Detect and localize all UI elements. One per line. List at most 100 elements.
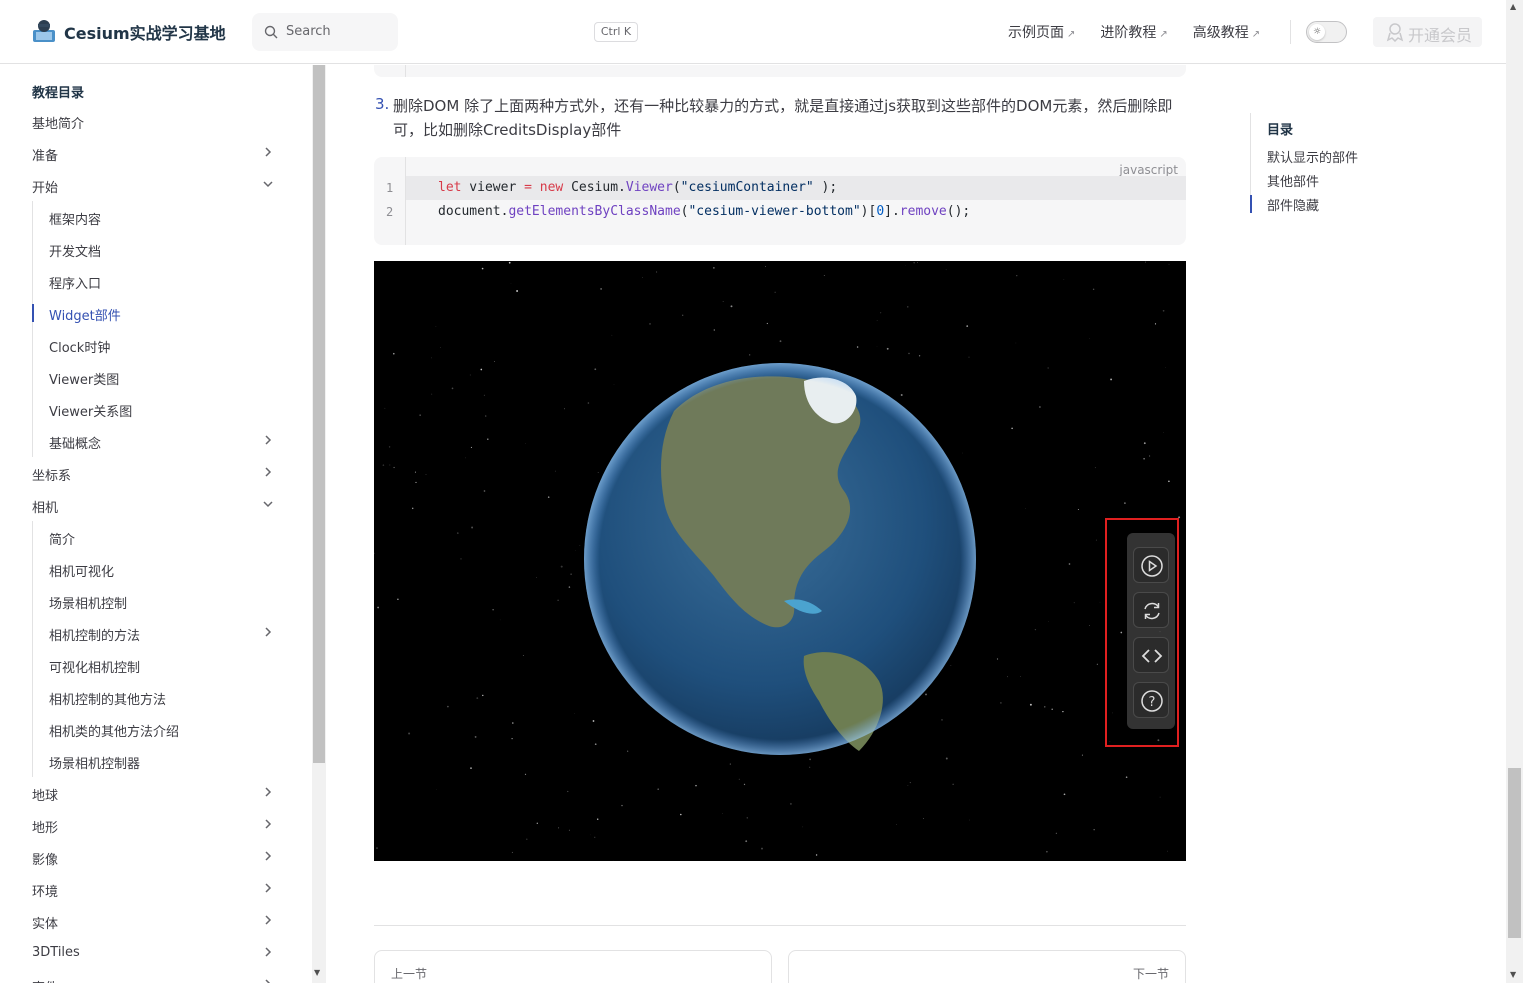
star <box>1124 502 1126 504</box>
chevron-down-icon[interactable] <box>262 498 274 510</box>
star <box>722 813 724 814</box>
sidebar-item[interactable]: 相机可视化 <box>32 553 282 585</box>
next-page-link[interactable]: 下一节 <box>788 950 1186 983</box>
sidebar-item-label: 基础概念 <box>49 437 102 452</box>
scroll-down-arrow-icon[interactable]: ▼ <box>314 968 320 977</box>
nav-link-expert[interactable]: 高级教程 ↗ <box>1193 22 1260 42</box>
star <box>494 360 496 362</box>
star <box>456 532 459 534</box>
star <box>470 767 472 769</box>
star <box>738 778 740 780</box>
sidebar-item-label: Clock时钟 <box>49 341 111 356</box>
sidebar-item[interactable]: 场景相机控制器 <box>32 745 282 777</box>
vip-button[interactable]: 开通会员 <box>1373 17 1482 47</box>
sidebar-scrollbar-thumb[interactable] <box>313 65 325 763</box>
search-button[interactable]: Search Ctrl K <box>252 13 638 51</box>
sidebar-item-label: 框架内容 <box>49 213 102 228</box>
sidebar-item-label: 影像 <box>32 853 59 868</box>
sidebar-item[interactable]: 简介 <box>32 521 282 553</box>
search-shortcut-badge: Ctrl K <box>594 22 638 42</box>
chevron-right-icon[interactable] <box>262 882 274 894</box>
sidebar-item[interactable]: 3DTiles <box>32 937 282 969</box>
star <box>746 817 749 819</box>
star <box>1044 706 1046 708</box>
outline-item[interactable]: 其他部件 <box>1267 171 1319 190</box>
star <box>968 356 970 358</box>
globe-atmosphere <box>584 363 976 755</box>
sidebar-item[interactable]: 基地简介 <box>32 105 282 137</box>
sidebar-item[interactable]: 开发文档 <box>32 233 282 265</box>
sidebar-item[interactable]: 相机类的其他方法介绍 <box>32 713 282 745</box>
star <box>621 804 623 807</box>
chevron-right-icon[interactable] <box>262 914 274 926</box>
star <box>480 368 483 371</box>
sidebar-item[interactable]: 环境 <box>32 873 282 905</box>
star <box>557 599 559 601</box>
site-logo-icon[interactable] <box>31 18 57 44</box>
chevron-right-icon[interactable] <box>262 818 274 830</box>
page-outline: 目录 默认显示的部件 其他部件 部件隐藏 <box>1250 113 1450 214</box>
chevron-right-icon[interactable] <box>262 146 274 158</box>
star <box>1034 628 1037 631</box>
code-block[interactable]: javascript 1 2 let viewer = new Cesium.V… <box>374 157 1186 245</box>
star <box>1168 263 1170 265</box>
sidebar-item[interactable]: Viewer类图 <box>32 361 282 393</box>
chevron-right-icon[interactable] <box>262 466 274 478</box>
chevron-right-icon[interactable] <box>262 626 274 638</box>
star <box>567 790 569 793</box>
sidebar-item[interactable]: 相机控制的方法 <box>32 617 282 649</box>
sidebar-item[interactable]: 框架内容 <box>32 201 282 233</box>
chevron-right-icon[interactable] <box>262 434 274 446</box>
sidebar-item[interactable]: 地球 <box>32 777 282 809</box>
prev-page-link[interactable]: 上一节 <box>374 950 772 983</box>
star <box>1015 342 1017 344</box>
chevron-right-icon[interactable] <box>262 978 274 983</box>
sidebar-item[interactable]: 坐标系 <box>32 457 282 489</box>
sidebar-item[interactable]: 程序入口 <box>32 265 282 297</box>
sidebar-item[interactable]: 相机 <box>32 489 282 521</box>
sidebar-item[interactable]: 开始 <box>32 169 282 201</box>
page-scrollbar-thumb[interactable] <box>1508 768 1521 938</box>
sidebar-item[interactable]: 实体 <box>32 905 282 937</box>
sidebar-item[interactable]: 可视化相机控制 <box>32 649 282 681</box>
scroll-down-arrow-icon[interactable]: ▼ <box>1510 970 1516 979</box>
star <box>425 474 427 475</box>
chevron-down-icon[interactable] <box>262 178 274 190</box>
theme-toggle[interactable]: ☼ <box>1306 21 1347 43</box>
star <box>1046 850 1048 853</box>
outline-item-active[interactable]: 部件隐藏 <box>1267 195 1319 214</box>
chevron-right-icon[interactable] <box>262 946 274 958</box>
sidebar-item[interactable]: 事件 <box>32 969 282 983</box>
sidebar-item-label: 3DTiles <box>32 945 80 960</box>
globe-scene[interactable] <box>374 261 1186 861</box>
star <box>600 288 602 290</box>
chevron-right-icon[interactable] <box>262 850 274 862</box>
cesium-viewer[interactable]: ? <box>374 261 1186 861</box>
star <box>917 262 918 264</box>
sidebar-item-label: 相机类的其他方法介绍 <box>49 725 180 740</box>
sidebar-item[interactable]: Viewer关系图 <box>32 393 282 425</box>
sidebar-item[interactable]: 地形 <box>32 809 282 841</box>
sidebar-item-label: 事件 <box>32 977 58 983</box>
sidebar-item[interactable]: 场景相机控制 <box>32 585 282 617</box>
site-title[interactable]: Cesium实战学习基地 <box>64 20 226 44</box>
star <box>642 277 643 278</box>
star <box>1144 261 1146 263</box>
nav-link-examples[interactable]: 示例页面 ↗ <box>1008 22 1075 42</box>
sidebar-item[interactable]: 影像 <box>32 841 282 873</box>
sidebar-item[interactable]: Widget部件 <box>32 297 282 329</box>
chevron-right-icon[interactable] <box>262 786 274 798</box>
sidebar-item-label: 地形 <box>32 821 59 836</box>
star <box>483 490 486 492</box>
sidebar-item[interactable]: Clock时钟 <box>32 329 282 361</box>
star <box>1092 288 1095 291</box>
scroll-up-arrow-icon[interactable]: ▲ <box>1510 2 1516 11</box>
sidebar-item-label: 环境 <box>32 885 59 900</box>
star <box>1038 406 1041 408</box>
sidebar-item[interactable]: 基础概念 <box>32 425 282 457</box>
nav-link-advanced[interactable]: 进阶教程 ↗ <box>1100 22 1167 42</box>
sidebar-item[interactable]: 准备 <box>32 137 282 169</box>
star <box>695 784 697 787</box>
sidebar-item[interactable]: 相机控制的其他方法 <box>32 681 282 713</box>
outline-item[interactable]: 默认显示的部件 <box>1267 147 1358 166</box>
